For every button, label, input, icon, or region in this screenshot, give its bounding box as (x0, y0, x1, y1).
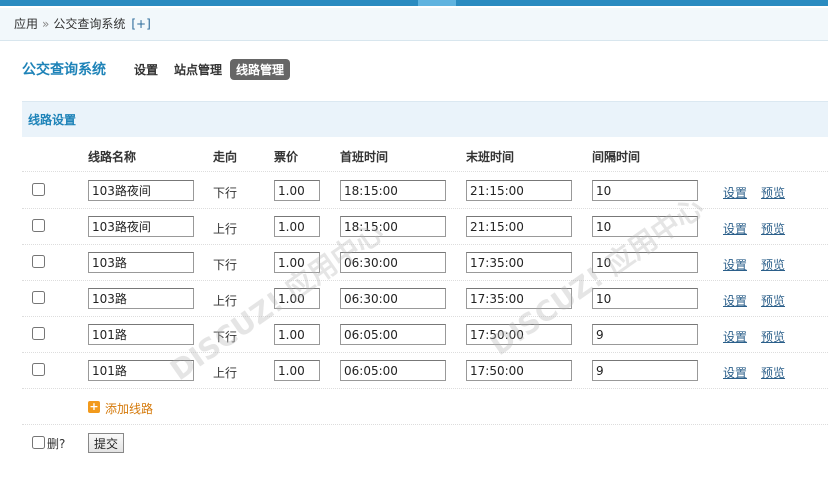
first-bus-time-input[interactable] (340, 216, 446, 237)
plus-square-icon[interactable]: + (88, 401, 100, 413)
fare-input[interactable] (274, 288, 320, 309)
route-direction: 上行 (213, 366, 238, 380)
interval-input[interactable] (592, 252, 698, 273)
route-settings-link[interactable]: 设置 (723, 292, 747, 309)
submit-button[interactable]: 提交 (88, 433, 124, 453)
table-row: 下行 设置预览 (22, 317, 828, 353)
last-bus-time-input[interactable] (466, 288, 572, 309)
route-preview-link[interactable]: 预览 (761, 184, 785, 201)
interval-input[interactable] (592, 360, 698, 381)
table-row: 上行 设置预览 (22, 209, 828, 245)
route-direction: 下行 (213, 258, 238, 272)
add-route-link[interactable]: 添加线路 (105, 400, 153, 417)
last-bus-time-input[interactable] (466, 180, 572, 201)
fare-input[interactable] (274, 360, 320, 381)
table-row: 上行 设置预览 (22, 353, 828, 389)
route-name-input[interactable] (88, 360, 194, 381)
page-header: 公交查询系统 设置 站点管理 线路管理 (22, 58, 306, 80)
nav-route-management[interactable]: 线路管理 (230, 58, 291, 80)
fare-input[interactable] (274, 216, 320, 237)
table-row: 下行 设置预览 (22, 245, 828, 281)
breadcrumb-separator: » (42, 17, 50, 31)
row-select-checkbox[interactable] (32, 363, 45, 376)
last-bus-time-input[interactable] (466, 252, 572, 273)
nav-station-management[interactable]: 站点管理 (174, 61, 222, 78)
route-settings-link[interactable]: 设置 (723, 364, 747, 381)
route-direction: 上行 (213, 294, 238, 308)
first-bus-time-input[interactable] (340, 252, 446, 273)
last-bus-time-input[interactable] (466, 360, 572, 381)
row-select-checkbox[interactable] (32, 327, 45, 340)
fare-input[interactable] (274, 324, 320, 345)
table-header: 线路名称 走向 票价 首班时间 末班时间 间隔时间 (22, 138, 828, 172)
route-name-input[interactable] (88, 180, 194, 201)
route-preview-link[interactable]: 预览 (761, 328, 785, 345)
row-select-checkbox[interactable] (32, 183, 45, 196)
route-direction: 上行 (213, 222, 238, 236)
last-bus-time-input[interactable] (466, 216, 572, 237)
route-name-input[interactable] (88, 324, 194, 345)
breadcrumb-root[interactable]: 应用 (14, 17, 38, 31)
fare-input[interactable] (274, 252, 320, 273)
column-header-name: 线路名称 (88, 150, 137, 164)
top-bar-active-marker (418, 0, 456, 6)
table-row: 下行 设置预览 (22, 173, 828, 209)
section-title: 线路设置 (22, 101, 828, 137)
route-direction: 下行 (213, 330, 238, 344)
route-name-input[interactable] (88, 216, 194, 237)
first-bus-time-input[interactable] (340, 360, 446, 381)
first-bus-time-input[interactable] (340, 324, 446, 345)
route-name-input[interactable] (88, 252, 194, 273)
route-preview-link[interactable]: 预览 (761, 220, 785, 237)
nav-settings[interactable]: 设置 (134, 61, 158, 78)
route-direction: 下行 (213, 186, 238, 200)
page-title: 公交查询系统 (22, 62, 106, 78)
route-settings-link[interactable]: 设置 (723, 328, 747, 345)
row-select-checkbox[interactable] (32, 255, 45, 268)
first-bus-time-input[interactable] (340, 180, 446, 201)
interval-input[interactable] (592, 324, 698, 345)
row-select-checkbox[interactable] (32, 219, 45, 232)
column-header-fare: 票价 (274, 150, 299, 164)
add-shortcut-button[interactable]: [+] (131, 17, 150, 31)
route-settings-link[interactable]: 设置 (723, 220, 747, 237)
route-name-input[interactable] (88, 288, 194, 309)
interval-input[interactable] (592, 288, 698, 309)
column-header-first-bus: 首班时间 (340, 150, 389, 164)
first-bus-time-input[interactable] (340, 288, 446, 309)
last-bus-time-input[interactable] (466, 324, 572, 345)
delete-all-checkbox[interactable] (32, 436, 45, 449)
fare-input[interactable] (274, 180, 320, 201)
route-preview-link[interactable]: 预览 (761, 364, 785, 381)
column-header-direction: 走向 (213, 150, 238, 164)
breadcrumb-current[interactable]: 公交查询系统 (53, 17, 125, 31)
breadcrumb: 应用 » 公交查询系统 [+] (0, 8, 828, 41)
top-bar (0, 0, 828, 6)
column-header-interval: 间隔时间 (592, 150, 641, 164)
interval-input[interactable] (592, 216, 698, 237)
route-settings-link[interactable]: 设置 (723, 184, 747, 201)
route-preview-link[interactable]: 预览 (761, 256, 785, 273)
route-preview-link[interactable]: 预览 (761, 292, 785, 309)
delete-label: 删? (47, 437, 66, 451)
interval-input[interactable] (592, 180, 698, 201)
column-header-last-bus: 末班时间 (466, 150, 515, 164)
route-settings-link[interactable]: 设置 (723, 256, 747, 273)
row-select-checkbox[interactable] (32, 291, 45, 304)
table-row: 上行 设置预览 (22, 281, 828, 317)
add-route-row: + 添加线路 (22, 389, 828, 425)
